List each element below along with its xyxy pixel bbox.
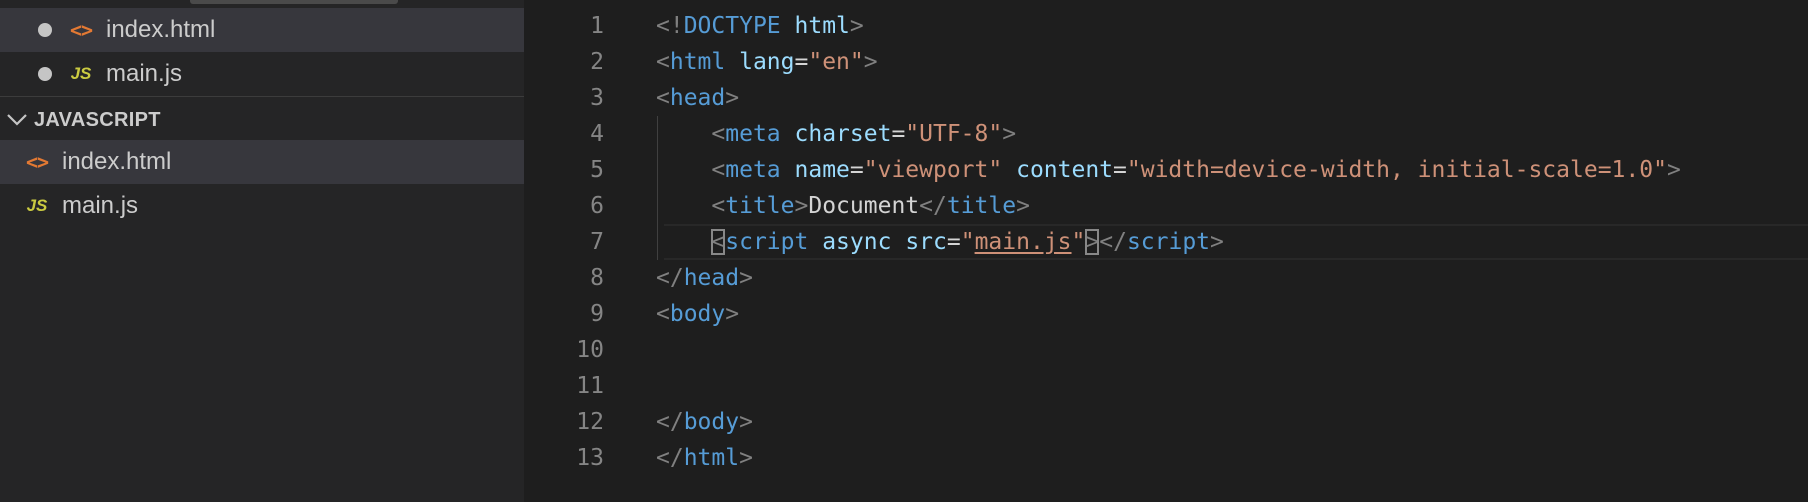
unsaved-dot-icon[interactable]	[38, 67, 52, 81]
line-number: 12	[576, 409, 604, 435]
code-line[interactable]: 13 </html>	[524, 440, 1808, 476]
code-text[interactable]: </body>	[656, 404, 753, 440]
line-number: 6	[590, 193, 604, 219]
file-label: index.html	[62, 148, 172, 175]
code-text[interactable]: <meta charset="UTF-8">	[656, 116, 1016, 152]
js-file-icon: JS	[26, 196, 48, 215]
code-text[interactable]: <html lang="en">	[656, 44, 878, 80]
line-number: 10	[576, 337, 604, 363]
js-file-icon: JS	[70, 64, 92, 83]
code-text[interactable]: </head>	[656, 260, 753, 296]
line-number: 8	[590, 265, 604, 291]
section-divider	[0, 96, 524, 97]
open-editor-label: main.js	[106, 60, 183, 87]
code-text[interactable]: <body>	[656, 296, 739, 332]
code-line[interactable]: 5 <meta name="viewport" content="width=d…	[524, 152, 1808, 188]
line-number: 5	[590, 157, 604, 183]
line-number: 9	[590, 301, 604, 327]
code-line[interactable]: 7 <script async src="main.js"></script>	[524, 224, 1808, 260]
section-title: JAVASCRIPT	[34, 109, 161, 131]
code-text[interactable]: <meta name="viewport" content="width=dev…	[656, 152, 1680, 188]
code-text[interactable]: </html>	[656, 440, 753, 476]
code-line[interactable]: 12 </body>	[524, 404, 1808, 440]
html-file-icon: <>	[69, 18, 93, 42]
code-line[interactable]: 11	[524, 368, 1808, 404]
code-line[interactable]: 9 <body>	[524, 296, 1808, 332]
line-number: 7	[590, 229, 604, 255]
line-number: 4	[590, 121, 604, 147]
line-number: 1	[590, 13, 604, 39]
code-line[interactable]: 10	[524, 332, 1808, 368]
file-item-main-js[interactable]: JS main.js	[0, 184, 524, 228]
code-line[interactable]: 2 <html lang="en">	[524, 44, 1808, 80]
code-line[interactable]: 4 <meta charset="UTF-8">	[524, 116, 1808, 152]
code-line[interactable]: 6 <title>Document</title>	[524, 188, 1808, 224]
open-editor-label: index.html	[106, 16, 216, 43]
line-number: 11	[576, 373, 604, 399]
line-number: 3	[590, 85, 604, 111]
code-text[interactable]: <head>	[656, 80, 739, 116]
chevron-down-icon	[7, 114, 27, 126]
explorer-section-header[interactable]: JAVASCRIPT	[0, 98, 524, 142]
html-file-icon: <>	[25, 150, 49, 174]
code-editor[interactable]: 1 <!DOCTYPE html> 2 <html lang="en"> 3 <head>…	[524, 0, 1808, 502]
scrollbar-thumb[interactable]	[190, 0, 398, 4]
line-number: 2	[590, 49, 604, 75]
code-text[interactable]: <title>Document</title>	[656, 188, 1030, 224]
code-text[interactable]: <script async src="main.js"></script>	[656, 224, 1224, 260]
open-editor-item-index-html[interactable]: <> index.html	[0, 8, 524, 52]
unsaved-dot-icon[interactable]	[38, 23, 52, 37]
code-text[interactable]: <!DOCTYPE html>	[656, 8, 864, 44]
open-editor-item-main-js[interactable]: JS main.js	[0, 52, 524, 96]
code-line[interactable]: 1 <!DOCTYPE html>	[524, 8, 1808, 44]
line-number: 13	[576, 445, 604, 471]
code-line[interactable]: 8 </head>	[524, 260, 1808, 296]
explorer-sidebar: <> index.html JS main.js JAVASCRIPT <> i…	[0, 0, 524, 502]
file-item-index-html[interactable]: <> index.html	[0, 140, 524, 184]
code-line[interactable]: 3 <head>	[524, 80, 1808, 116]
file-label: main.js	[62, 192, 139, 219]
